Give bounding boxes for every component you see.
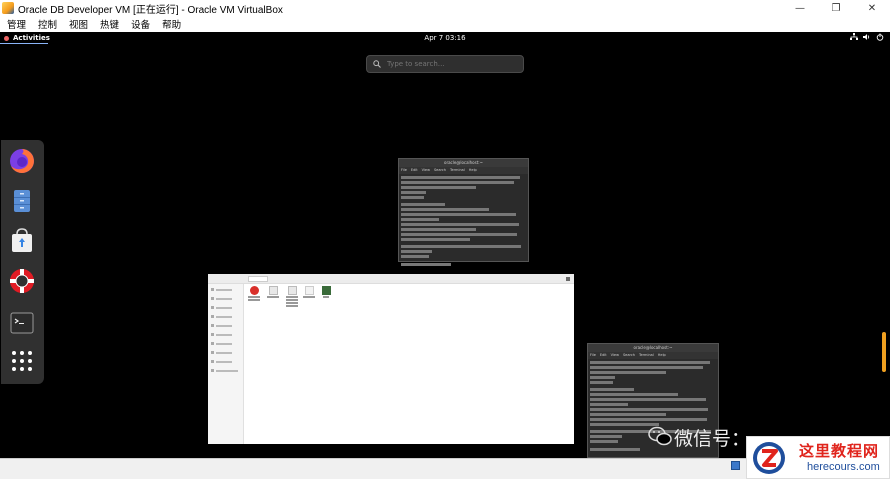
terminal-menu-file[interactable]: File <box>401 167 407 174</box>
watermark-text: 微信号： <box>674 428 751 450</box>
terminal-menu-large: File Edit View Search Terminal Help <box>588 352 718 359</box>
terminal-output <box>399 174 528 270</box>
search-icon <box>373 60 381 68</box>
virtualbox-app-icon <box>2 2 14 14</box>
site-logo-title: 这里教程网 <box>799 442 880 460</box>
host-key-icon[interactable] <box>731 461 740 470</box>
window-title: Oracle DB Developer VM [正在运行] - Oracle V… <box>18 4 283 16</box>
text-file-icon <box>304 286 314 295</box>
site-logo-badge: 这里教程网 herecours.com <box>746 436 890 479</box>
files-sidebar <box>208 284 244 444</box>
show-apps-icon[interactable] <box>9 348 35 374</box>
help-icon[interactable] <box>9 268 35 294</box>
host-title-bar: Oracle DB Developer VM [正在运行] - Oracle V… <box>0 0 890 16</box>
terminal-title: oracle@localhost:~ <box>399 159 528 167</box>
terminal-window-small[interactable]: oracle@localhost:~ File Edit View Search… <box>398 158 529 266</box>
document-icon <box>287 286 297 295</box>
minimize-button[interactable]: — <box>782 0 818 16</box>
vm-display[interactable]: Activities Apr 7 03:16 Type to search… o… <box>0 32 890 458</box>
site-logo-url: herecours.com <box>807 461 880 473</box>
maximize-button[interactable]: ❐ <box>818 0 854 16</box>
terminal-menu-edit[interactable]: Edit <box>600 352 607 359</box>
menu-manage[interactable]: 管理 <box>7 17 26 31</box>
scroll-indicator <box>882 332 886 372</box>
software-icon[interactable] <box>9 228 35 254</box>
network-icon <box>850 33 858 40</box>
wechat-icon <box>648 426 672 446</box>
terminal-menu-view[interactable]: View <box>422 167 430 174</box>
stop-icon <box>249 286 259 295</box>
terminal-menu-search[interactable]: Search <box>623 352 635 359</box>
menu-help[interactable]: 帮助 <box>162 17 181 31</box>
terminal-menu-help[interactable]: Help <box>658 352 666 359</box>
terminal-title-large: oracle@localhost:~ <box>588 344 718 352</box>
clock[interactable]: Apr 7 03:16 <box>0 32 890 44</box>
terminal-menu-file[interactable]: File <box>590 352 596 359</box>
file-item-4[interactable] <box>301 286 317 299</box>
menu-hotkeys[interactable]: 热键 <box>100 17 119 31</box>
file-item-3[interactable] <box>284 286 300 308</box>
close-button[interactable]: ✕ <box>854 0 890 16</box>
site-logo-icon <box>753 442 785 474</box>
menu-control[interactable]: 控制 <box>38 17 57 31</box>
terminal-menu-terminal[interactable]: Terminal <box>639 352 654 359</box>
terminal-menu-help[interactable]: Help <box>469 167 477 174</box>
volume-icon <box>863 34 870 40</box>
files-icon[interactable] <box>9 188 35 214</box>
menu-devices[interactable]: 设备 <box>131 17 150 31</box>
gnome-top-bar: Activities Apr 7 03:16 <box>0 32 890 44</box>
window-controls: — ❐ ✕ <box>782 0 890 16</box>
file-item-2[interactable] <box>265 286 281 299</box>
terminal-menu-terminal[interactable]: Terminal <box>450 167 465 174</box>
file-item-1[interactable] <box>246 286 262 302</box>
files-header-bar <box>208 274 574 284</box>
terminal-menu-search[interactable]: Search <box>434 167 446 174</box>
menu-view[interactable]: 视图 <box>69 17 88 31</box>
terminal-menu: File Edit View Search Terminal Help <box>399 167 528 174</box>
terminal-menu-view[interactable]: View <box>611 352 619 359</box>
system-tray[interactable] <box>850 33 884 41</box>
app-icon <box>321 286 331 295</box>
terminal-menu-edit[interactable]: Edit <box>411 167 418 174</box>
document-icon <box>268 286 278 295</box>
file-item-5[interactable] <box>318 286 334 299</box>
search-box[interactable] <box>366 55 524 73</box>
host-menu-bar: 管理 控制 视图 热键 设备 帮助 <box>0 16 890 32</box>
terminal-icon[interactable] <box>9 310 35 336</box>
files-window[interactable] <box>208 274 574 444</box>
power-icon <box>876 33 884 41</box>
firefox-icon[interactable] <box>9 148 35 174</box>
dash-dock <box>1 140 44 384</box>
search-input[interactable] <box>387 60 517 68</box>
